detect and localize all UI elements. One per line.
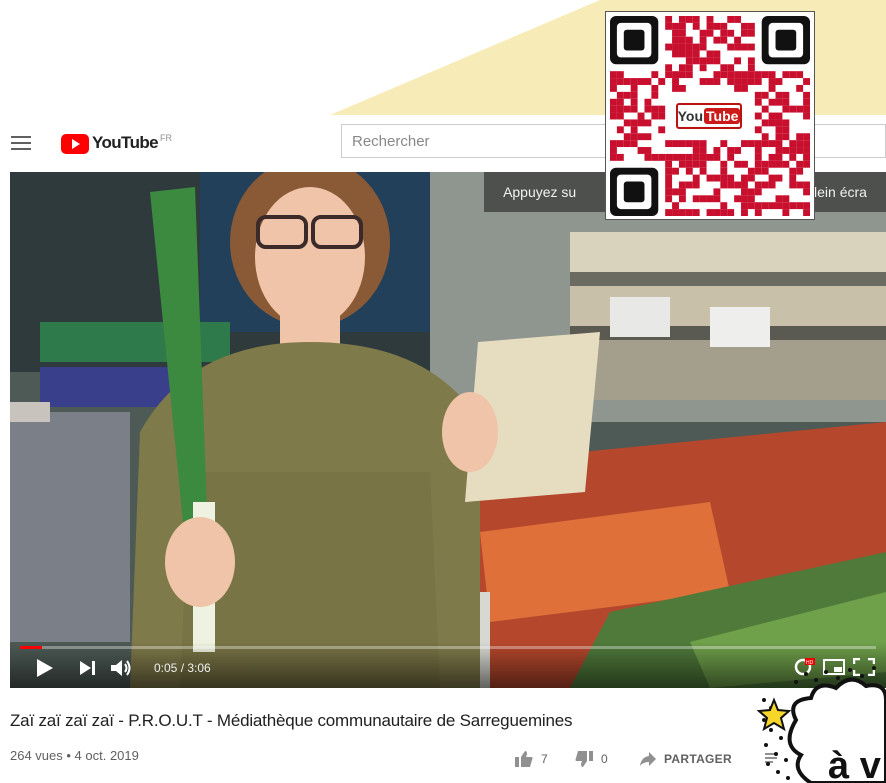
qr-logo-you: You: [677, 108, 703, 124]
fullscreen-hint-right: plein écra: [806, 184, 867, 200]
menu-icon[interactable]: [11, 136, 31, 150]
volume-icon[interactable]: [111, 659, 133, 677]
youtube-logo-icon: [61, 134, 89, 154]
player-controls: 0:05 / 3:06 HD: [10, 642, 886, 688]
next-icon[interactable]: [80, 661, 96, 675]
youtube-logo[interactable]: YouTube FR: [61, 131, 172, 155]
progress-bar[interactable]: [20, 646, 876, 649]
sticker-text: à v: [828, 745, 881, 783]
video-player[interactable]: Appuyez su plein écra 0:05 / 3:06 HD: [10, 172, 886, 688]
video-meta: 264 vues • 4 oct. 2019: [10, 748, 139, 763]
share-button[interactable]: PARTAGER: [640, 749, 732, 769]
video-frame: [10, 172, 886, 688]
dislike-button[interactable]: 0: [575, 749, 608, 769]
video-title: Zaï zaï zaï zaï - P.R.O.U.T - Médiathèqu…: [10, 711, 573, 730]
thumbs-down-icon: [575, 751, 593, 767]
like-button[interactable]: 7: [515, 749, 548, 769]
country-code: FR: [160, 133, 172, 143]
comic-sticker: à v: [756, 666, 886, 783]
qr-logo-tube: Tube: [704, 108, 741, 124]
share-icon: [640, 752, 656, 766]
qr-youtube-logo: You Tube: [676, 103, 742, 129]
share-label: PARTAGER: [664, 752, 732, 766]
like-count: 7: [541, 752, 548, 766]
progress-fill: [20, 646, 43, 649]
fullscreen-hint-left: Appuyez su: [503, 184, 577, 200]
qr-code: You Tube: [605, 11, 815, 220]
time-display: 0:05 / 3:06: [154, 661, 211, 675]
logo-text: YouTube: [92, 133, 159, 152]
dislike-count: 0: [601, 752, 608, 766]
thumbs-up-icon: [515, 751, 533, 767]
star-icon: [756, 697, 792, 732]
play-icon[interactable]: [37, 659, 53, 677]
